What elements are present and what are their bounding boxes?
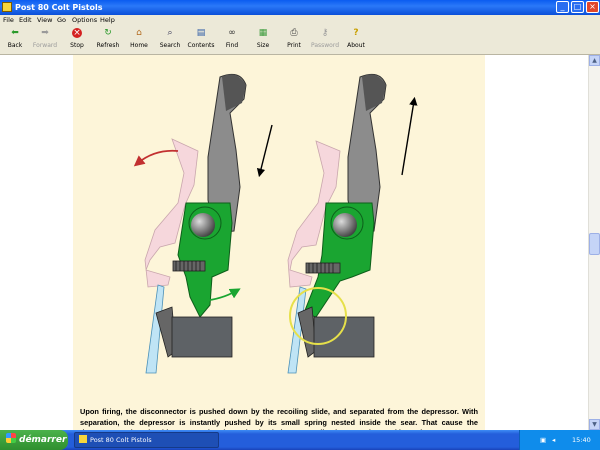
refresh-icon: ↻ <box>104 28 112 38</box>
red-rotation-arrow <box>133 149 179 167</box>
contents-button[interactable]: ▤ Contents <box>184 28 218 54</box>
toolbar: ⬅ Back ➡ Forward × Stop ↻ Refresh ⌂ Home… <box>0 26 600 55</box>
menu-options[interactable]: Options <box>72 15 97 26</box>
contents-icon: ▤ <box>196 28 206 38</box>
binoculars-icon: ∞ <box>228 28 236 38</box>
scroll-down-button[interactable]: ▼ <box>589 419 600 430</box>
menu-go[interactable]: Go <box>57 15 66 26</box>
about-button[interactable]: ? About <box>339 28 373 54</box>
close-button[interactable]: × <box>586 1 599 13</box>
password-button[interactable]: ⚷ Password <box>308 28 342 54</box>
maximize-button[interactable]: □ <box>571 1 584 13</box>
home-icon: ⌂ <box>136 28 142 38</box>
taskbar: démarrer Post 80 Colt Pistols FR ▣ ◂ 15:… <box>0 430 600 450</box>
vertical-scrollbar[interactable]: ▲ ▼ <box>588 55 600 430</box>
search-button[interactable]: ⌕ Search <box>153 28 187 54</box>
menu-help[interactable]: Help <box>100 15 115 26</box>
print-button[interactable]: ⎙ Print <box>277 28 311 54</box>
left-mechanism-figure <box>133 73 273 374</box>
search-icon: ⌕ <box>167 28 173 38</box>
down-motion-arrow <box>256 124 273 178</box>
pin-ball <box>191 213 215 237</box>
menu-bar: File Edit View Go Options Help <box>0 15 600 26</box>
document-viewer[interactable]: Upon firing, the disconnector is pushed … <box>0 55 588 430</box>
size-icon: ▦ <box>258 28 268 38</box>
forward-button[interactable]: ➡ Forward <box>28 28 62 54</box>
printer-icon: ⎙ <box>290 28 298 38</box>
windows-flag-icon <box>6 433 16 443</box>
tray-network-icon[interactable]: ▣ <box>540 430 546 450</box>
stop-icon: × <box>72 28 82 38</box>
up-motion-arrow <box>401 96 418 176</box>
stop-button[interactable]: × Stop <box>60 28 94 54</box>
forward-arrow-icon: ➡ <box>41 28 49 38</box>
scroll-up-button[interactable]: ▲ <box>589 55 600 66</box>
app-icon <box>79 435 87 443</box>
tray-volume-icon[interactable]: ◂ <box>552 430 555 450</box>
scroll-thumb[interactable] <box>589 233 600 255</box>
start-button[interactable]: démarrer <box>0 430 68 450</box>
app-icon <box>2 2 12 12</box>
window-title: Post 80 Colt Pistols <box>15 3 103 12</box>
title-bar[interactable]: Post 80 Colt Pistols _ □ × <box>0 0 600 15</box>
menu-edit[interactable]: Edit <box>19 15 32 26</box>
key-icon: ⚷ <box>321 28 329 38</box>
back-arrow-icon: ⬅ <box>11 28 19 38</box>
about-icon: ? <box>353 28 359 38</box>
description-paragraph: Upon firing, the disconnector is pushed … <box>80 407 478 430</box>
find-button[interactable]: ∞ Find <box>215 28 249 54</box>
menu-file[interactable]: File <box>3 15 14 26</box>
right-mechanism-figure <box>287 73 418 374</box>
menu-view[interactable]: View <box>37 15 52 26</box>
system-tray: ▣ ◂ 15:40 <box>519 430 600 450</box>
pistol-mechanism-diagram <box>133 73 418 374</box>
home-button[interactable]: ⌂ Home <box>122 28 156 54</box>
minimize-button[interactable]: _ <box>556 1 569 13</box>
taskbar-window-button[interactable]: Post 80 Colt Pistols <box>74 432 219 448</box>
refresh-button[interactable]: ↻ Refresh <box>91 28 125 54</box>
size-button[interactable]: ▦ Size <box>246 28 280 54</box>
clock: 15:40 <box>572 436 591 444</box>
slide-block <box>171 316 233 358</box>
